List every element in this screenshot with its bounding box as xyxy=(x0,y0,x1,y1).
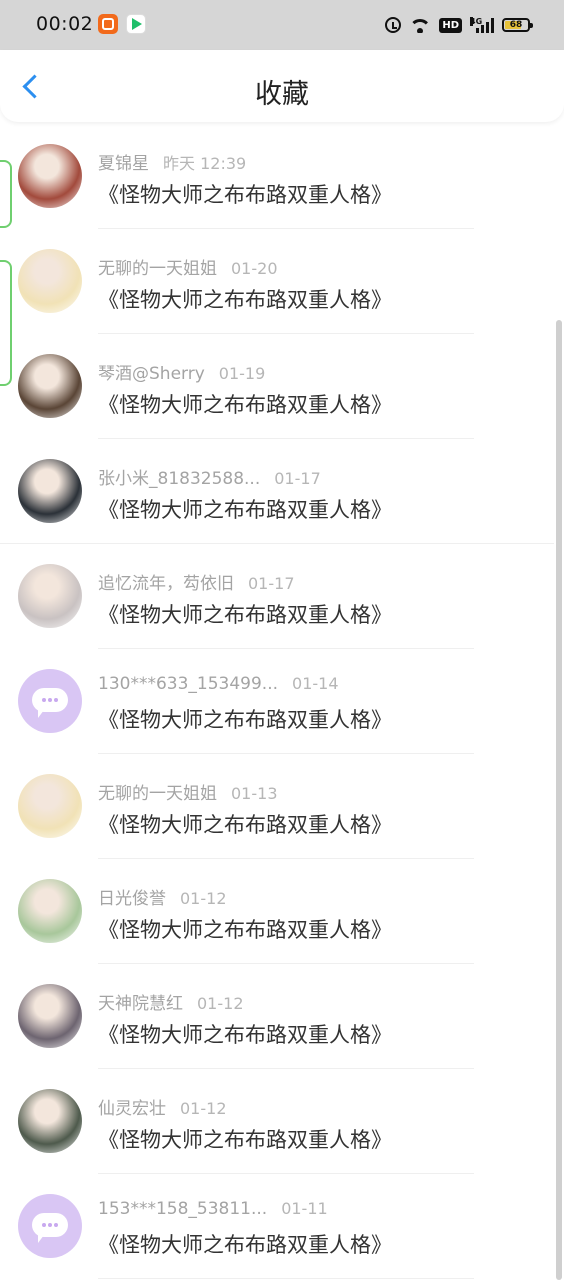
item-title[interactable]: 《怪物大师之布布路双重人格》 xyxy=(98,809,392,839)
item-meta: 仙灵宏壮 01-12 xyxy=(98,1094,227,1119)
item-title[interactable]: 《怪物大师之布布路双重人格》 xyxy=(98,599,392,629)
item-title[interactable]: 《怪物大师之布布路双重人格》 xyxy=(98,179,392,209)
network-type: 4G xyxy=(470,17,483,26)
item-meta: 无聊的一天姐姐 01-20 xyxy=(98,254,278,279)
page-title: 收藏 xyxy=(255,79,309,110)
list-item[interactable]: 日光俊誉 01-12 《怪物大师之布布路双重人格》 xyxy=(0,859,564,964)
user-name[interactable]: 日光俊誉 xyxy=(98,889,166,909)
list-item[interactable]: 追忆流年，芶依旧 01-17 《怪物大师之布布路双重人格》 xyxy=(0,544,564,649)
item-time: 01-17 xyxy=(248,574,295,593)
item-meta: 日光俊誉 01-12 xyxy=(98,884,227,909)
video-app-icon xyxy=(126,14,146,34)
hd-icon: HD xyxy=(439,17,462,33)
favorites-list: 夏锦星 昨天 12:39 《怪物大师之布布路双重人格》 无聊的一天姐姐 01-20 《怪物… xyxy=(0,124,564,1279)
default-avatar-chat-icon[interactable] xyxy=(18,669,82,733)
avatar[interactable] xyxy=(18,354,82,418)
item-meta: 天神院慧红 01-12 xyxy=(98,989,244,1014)
item-title[interactable]: 《怪物大师之布布路双重人格》 xyxy=(98,284,392,314)
list-item[interactable]: 153***158_53811... 01-11 《怪物大师之布布路双重人格》 xyxy=(0,1174,564,1279)
avatar[interactable] xyxy=(18,1089,82,1153)
status-icons: HD 4G 68 xyxy=(385,13,533,37)
default-avatar-chat-icon[interactable] xyxy=(18,1194,82,1258)
item-time: 01-17 xyxy=(274,469,321,488)
battery-level: 68 xyxy=(509,20,523,30)
item-meta: 张小米_81832588... 01-17 xyxy=(98,464,321,489)
item-time: 昨天 12:39 xyxy=(163,154,247,173)
item-meta: 琴酒@Sherry 01-19 xyxy=(98,359,265,384)
battery-icon: 68 xyxy=(502,18,533,32)
avatar[interactable] xyxy=(18,564,82,628)
status-bar: 00:02 HD 4G 68 xyxy=(0,0,564,50)
user-name[interactable]: 张小米_81832588... xyxy=(98,469,260,489)
user-name[interactable]: 琴酒@Sherry xyxy=(98,364,205,384)
item-time: 01-19 xyxy=(218,364,266,383)
header: 收藏 xyxy=(0,50,564,122)
item-meta: 130***633_153499... 01-14 xyxy=(98,674,339,694)
avatar[interactable] xyxy=(18,249,82,313)
user-name[interactable]: 无聊的一天姐姐 xyxy=(98,784,217,804)
item-title[interactable]: 《怪物大师之布布路双重人格》 xyxy=(98,704,392,734)
item-title[interactable]: 《怪物大师之布布路双重人格》 xyxy=(98,914,392,944)
item-meta: 夏锦星 昨天 12:39 xyxy=(98,149,246,174)
item-meta: 153***158_53811... 01-11 xyxy=(98,1199,328,1219)
app-orange-icon xyxy=(98,14,118,34)
user-name[interactable]: 仙灵宏壮 xyxy=(98,1099,166,1119)
divider xyxy=(98,1278,474,1279)
user-name[interactable]: 153***158_53811... xyxy=(98,1199,267,1219)
list-item[interactable]: 无聊的一天姐姐 01-20 《怪物大师之布布路双重人格》 xyxy=(0,229,564,334)
user-name[interactable]: 天神院慧红 xyxy=(98,994,183,1014)
wifi-icon xyxy=(409,17,431,33)
user-name[interactable]: 追忆流年，芶依旧 xyxy=(98,574,234,594)
avatar[interactable] xyxy=(18,144,82,208)
scrollbar[interactable] xyxy=(556,320,562,1280)
avatar[interactable] xyxy=(18,879,82,943)
avatar[interactable] xyxy=(18,984,82,1048)
list-item[interactable]: 无聊的一天姐姐 01-13 《怪物大师之布布路双重人格》 xyxy=(0,754,564,859)
user-name[interactable]: 夏锦星 xyxy=(98,154,149,174)
signal-4g-icon: 4G xyxy=(470,17,494,33)
item-title[interactable]: 《怪物大师之布布路双重人格》 xyxy=(98,1019,392,1049)
user-name[interactable]: 无聊的一天姐姐 xyxy=(98,259,217,279)
list-item[interactable]: 仙灵宏壮 01-12 《怪物大师之布布路双重人格》 xyxy=(0,1069,564,1174)
user-name[interactable]: 130***633_153499... xyxy=(98,674,278,694)
item-time: 01-20 xyxy=(231,259,278,278)
item-title[interactable]: 《怪物大师之布布路双重人格》 xyxy=(98,1229,392,1259)
status-time: 00:02 xyxy=(36,13,94,35)
item-title[interactable]: 《怪物大师之布布路双重人格》 xyxy=(98,389,392,419)
item-time: 01-11 xyxy=(281,1199,328,1218)
list-item[interactable]: 天神院慧红 01-12 《怪物大师之布布路双重人格》 xyxy=(0,964,564,1069)
list-item[interactable]: 130***633_153499... 01-14 《怪物大师之布布路双重人格》 xyxy=(0,649,564,754)
alarm-icon xyxy=(385,17,402,33)
item-meta: 无聊的一天姐姐 01-13 xyxy=(98,779,278,804)
item-time: 01-12 xyxy=(197,994,244,1013)
item-title[interactable]: 《怪物大师之布布路双重人格》 xyxy=(98,1124,392,1154)
item-time: 01-13 xyxy=(231,784,278,803)
list-item[interactable]: 夏锦星 昨天 12:39 《怪物大师之布布路双重人格》 xyxy=(0,124,564,229)
avatar[interactable] xyxy=(18,774,82,838)
item-time: 01-12 xyxy=(180,1099,227,1118)
list-item[interactable]: 张小米_81832588... 01-17 《怪物大师之布布路双重人格》 xyxy=(0,439,564,544)
item-meta: 追忆流年，芶依旧 01-17 xyxy=(98,569,295,594)
item-time: 01-12 xyxy=(180,889,227,908)
avatar[interactable] xyxy=(18,459,82,523)
item-title[interactable]: 《怪物大师之布布路双重人格》 xyxy=(98,494,392,524)
item-time: 01-14 xyxy=(292,674,339,693)
list-item[interactable]: 琴酒@Sherry 01-19 《怪物大师之布布路双重人格》 xyxy=(0,334,564,439)
